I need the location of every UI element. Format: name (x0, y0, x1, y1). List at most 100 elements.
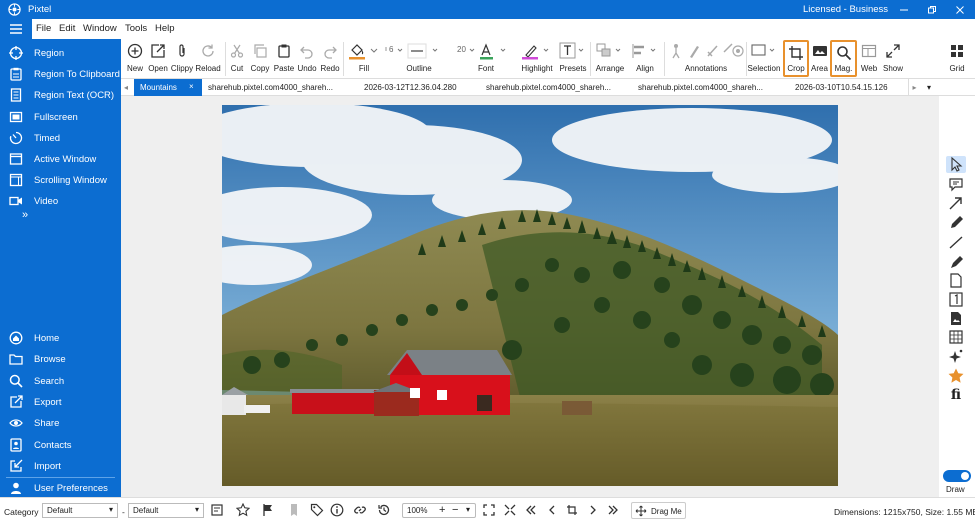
presets-dropdown[interactable]: Presets (557, 39, 589, 79)
sidebar-item-scrolling-window[interactable]: Scrolling Window (0, 171, 121, 190)
sidebar-item-region[interactable]: Region (0, 44, 121, 63)
draw-toggle[interactable] (943, 470, 971, 482)
subcategory-select[interactable]: Default ▾ (128, 503, 204, 518)
fit-screen-icon[interactable] (482, 503, 496, 517)
info-icon[interactable] (330, 503, 344, 517)
cut-button[interactable]: Cut (227, 39, 247, 79)
notes-icon[interactable] (210, 503, 224, 517)
history-icon[interactable] (377, 503, 391, 517)
area-button[interactable]: Area (809, 39, 830, 79)
arrow-tool-button[interactable] (946, 195, 966, 212)
font-control[interactable]: 20 Font (455, 39, 517, 79)
crop-view-icon[interactable] (565, 503, 579, 517)
drag-me-button[interactable]: Drag Me (631, 502, 686, 519)
sidebar-item-video[interactable]: Video (0, 192, 121, 211)
favorites-tool-button[interactable] (946, 367, 966, 384)
fill-dropdown[interactable]: Fill (345, 39, 383, 79)
selection-dropdown[interactable]: Selection (747, 39, 781, 79)
step-tool-button[interactable] (946, 291, 966, 308)
link-icon[interactable] (353, 503, 367, 517)
tab-item[interactable]: 2026-03-12T12.36.04.280 (364, 79, 457, 96)
minimize-button[interactable] (890, 0, 918, 19)
note-tool-button[interactable] (946, 272, 966, 289)
more-captures-button[interactable]: » (22, 209, 28, 221)
sidebar-item-label: User Preferences (34, 483, 108, 494)
last-page-icon[interactable] (606, 503, 620, 517)
close-button[interactable] (946, 0, 974, 19)
star-outline-icon[interactable] (236, 503, 250, 517)
next-icon[interactable] (586, 503, 600, 517)
sidebar-item-fullscreen[interactable]: Fullscreen (0, 108, 121, 127)
blur-tool-button[interactable] (946, 329, 966, 346)
web-button[interactable]: Web (857, 39, 881, 79)
sidebar-item-active-window[interactable]: Active Window (0, 150, 121, 169)
image-canvas[interactable] (121, 96, 939, 497)
sidebar-item-region-to-clipboard[interactable]: Region To Clipboard (0, 65, 121, 84)
actual-size-icon[interactable] (503, 503, 517, 517)
annotations-group[interactable]: Annotations (666, 39, 746, 79)
tab-close-icon[interactable]: × (189, 82, 194, 91)
clippy-button[interactable]: Clippy (169, 39, 195, 79)
zoom-in-icon[interactable]: + (439, 504, 445, 516)
tabs-scroll-right-button[interactable]: ▸ (908, 79, 920, 96)
menu-edit[interactable]: Edit (59, 23, 75, 34)
arrange-dropdown[interactable]: Arrange (592, 39, 628, 79)
zoom-dropdown-icon[interactable]: ▾ (466, 505, 470, 514)
outline-control[interactable]: 6 Outline (383, 39, 455, 79)
magic-tool-button[interactable] (946, 348, 966, 365)
show-button[interactable]: Show (881, 39, 905, 79)
sidebar-item-export[interactable]: Export (0, 393, 121, 412)
menu-tools[interactable]: Tools (125, 23, 147, 34)
zoom-value: 100% (407, 506, 428, 515)
open-button[interactable]: Open (146, 39, 170, 79)
sidebar-item-search[interactable]: Search (0, 372, 121, 391)
undo-button[interactable]: Undo (296, 39, 318, 79)
menu-help[interactable]: Help (155, 23, 175, 34)
align-dropdown[interactable]: Align (628, 39, 662, 79)
sidebar-item-region-text-ocr[interactable]: Region Text (OCR) (0, 86, 121, 105)
sidebar-item-share[interactable]: Share (0, 414, 121, 433)
tab-item[interactable]: sharehub.pixtel.com4000_shareh... (638, 79, 763, 96)
menu-window[interactable]: Window (83, 23, 117, 34)
line-tool-button[interactable] (946, 234, 966, 251)
hamburger-button[interactable] (0, 19, 32, 39)
magnifier-button[interactable]: Mag. (830, 40, 857, 77)
first-page-icon[interactable] (524, 503, 538, 517)
text-tool-button[interactable]: fi (946, 387, 966, 404)
restore-button[interactable] (918, 0, 946, 19)
tab-mountains[interactable]: Mountains × (134, 79, 202, 96)
highlighter-tool-button[interactable] (946, 253, 966, 270)
sidebar-item-timed[interactable]: Timed (0, 129, 121, 148)
menu-file[interactable]: File (36, 23, 51, 34)
crop-button[interactable]: Crop (783, 40, 809, 77)
callout-tool-button[interactable] (946, 176, 966, 193)
pen-tool-button[interactable] (946, 214, 966, 231)
redo-button[interactable]: Redo (319, 39, 341, 79)
reload-button[interactable]: Reload (194, 39, 222, 79)
tags-icon[interactable] (310, 503, 324, 517)
zoom-out-icon[interactable]: − (452, 504, 458, 516)
photo-mountains-barn[interactable] (222, 105, 838, 486)
sidebar-item-home[interactable]: Home (0, 329, 121, 348)
tab-item[interactable]: sharehub.pixtel.com4000_shareh... (486, 79, 611, 96)
tab-item[interactable]: 2026-03-10T10.54.15.126 (795, 79, 888, 96)
sidebar-item-contacts[interactable]: Contacts (0, 436, 121, 455)
sidebar-item-browse[interactable]: Browse (0, 350, 121, 369)
select-tool-button[interactable] (946, 156, 966, 173)
tabs-list-dropdown[interactable]: ▾ (921, 79, 937, 96)
bookmark-icon[interactable] (287, 503, 301, 517)
flag-icon[interactable] (261, 503, 275, 517)
tabs-scroll-left-button[interactable]: ◂ (124, 79, 134, 96)
grid-button[interactable]: Grid (943, 39, 971, 79)
highlight-dropdown[interactable]: Highlight (517, 39, 557, 79)
previous-icon[interactable] (545, 503, 559, 517)
image-stamp-tool-button[interactable] (946, 310, 966, 327)
paste-button[interactable]: Paste (272, 39, 296, 79)
copy-button[interactable]: Copy (249, 39, 271, 79)
sidebar-item-user-preferences[interactable]: User Preferences (0, 479, 121, 498)
tab-item[interactable]: sharehub.pixtel.com4000_shareh... (208, 79, 333, 96)
sidebar-item-import[interactable]: Import (0, 457, 121, 476)
category-select[interactable]: Default ▾ (42, 503, 118, 518)
zoom-control[interactable]: 100% + − ▾ (402, 503, 476, 518)
new-button[interactable]: New (123, 39, 147, 79)
